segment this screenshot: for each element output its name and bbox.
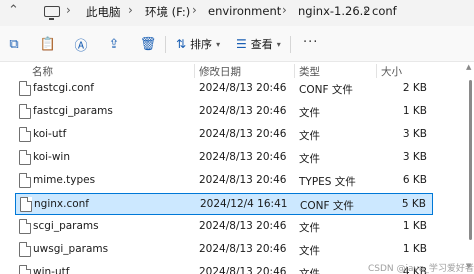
file-row[interactable]: uwsgi_params 2024/8/13 20:46 文件 1 KB: [15, 239, 433, 261]
file-name: nginx.conf: [34, 198, 89, 210]
file-size: 2 KB: [402, 82, 427, 94]
file-name: scgi_params: [33, 220, 99, 232]
column-name-header[interactable]: 名称: [32, 64, 53, 79]
view-button[interactable]: ☰ 查看 ▾: [236, 35, 281, 53]
file-name: koi-win: [33, 151, 70, 163]
file-type: 文件: [299, 245, 320, 257]
file-type: 文件: [299, 130, 320, 142]
paste-icon[interactable]: 📋: [40, 36, 56, 52]
breadcrumb-conf[interactable]: conf: [372, 4, 397, 18]
scrollbar-thumb[interactable]: [469, 80, 472, 240]
share-icon[interactable]: ⇪: [106, 36, 122, 52]
file-size: 1 KB: [402, 243, 427, 255]
file-type: 文件: [299, 268, 320, 274]
address-bar[interactable]: ⌃ › 此电脑 › 环境 (F:) › environment › nginx-…: [0, 0, 474, 26]
file-icon: [19, 242, 31, 257]
breadcrumb-environment[interactable]: environment: [208, 4, 281, 18]
column-divider[interactable]: [194, 64, 195, 78]
file-type: CONF 文件: [300, 200, 354, 212]
file-row[interactable]: koi-win 2024/8/13 20:46 文件 3 KB: [15, 147, 433, 169]
file-size: 1 KB: [402, 220, 427, 232]
breadcrumb-separator-icon[interactable]: ›: [128, 3, 133, 17]
view-label: 查看: [250, 38, 273, 51]
view-icon: ☰: [236, 37, 247, 51]
file-type: TYPES 文件: [299, 176, 356, 188]
file-modified: 2024/8/13 20:46: [199, 220, 287, 232]
column-size-header[interactable]: 大小: [381, 64, 402, 79]
file-modified: 2024/8/13 20:46: [199, 82, 287, 94]
file-icon: [19, 150, 31, 165]
toolbar-divider: [290, 36, 291, 53]
file-icon: [19, 219, 31, 234]
file-row[interactable]: koi-utf 2024/8/13 20:46 文件 3 KB: [15, 124, 433, 146]
file-name: mime.types: [33, 174, 96, 186]
file-icon: [19, 265, 31, 274]
file-modified: 2024/12/4 16:41: [200, 198, 288, 210]
file-size: 1 KB: [402, 105, 427, 117]
file-type: CONF 文件: [299, 84, 353, 96]
breadcrumb-separator-icon[interactable]: ›: [192, 3, 197, 17]
sort-button[interactable]: ⇅ 排序 ▾: [176, 35, 220, 53]
toolbar-divider: [165, 36, 166, 53]
chevron-down-icon: ▾: [216, 39, 221, 49]
file-icon: [19, 127, 31, 142]
file-size: 3 KB: [402, 128, 427, 140]
file-row[interactable]: nginx.conf 2024/12/4 16:41 CONF 文件 5 KB: [15, 193, 433, 215]
file-row[interactable]: mime.types 2024/8/13 20:46 TYPES 文件 6 KB: [15, 170, 433, 192]
file-type: 文件: [299, 153, 320, 165]
file-modified: 2024/8/13 20:46: [199, 243, 287, 255]
file-icon: [19, 104, 31, 119]
column-divider[interactable]: [294, 64, 295, 78]
this-pc-icon[interactable]: [44, 6, 60, 20]
file-size: 5 KB: [401, 198, 426, 210]
file-icon: [19, 81, 31, 96]
file-modified: 2024/8/13 20:46: [199, 128, 287, 140]
breadcrumb-separator-icon[interactable]: ›: [363, 3, 368, 17]
file-modified: 2024/8/13 20:46: [199, 266, 287, 274]
file-modified: 2024/8/13 20:46: [199, 105, 287, 117]
breadcrumb-nginx[interactable]: nginx-1.26.2: [298, 4, 371, 18]
file-name: uwsgi_params: [33, 243, 109, 255]
file-modified: 2024/8/13 20:46: [199, 174, 287, 186]
file-name: fastcgi.conf: [33, 82, 94, 94]
sort-caret-icon: ︿: [207, 63, 215, 72]
file-size: 3 KB: [402, 151, 427, 163]
column-header: 名称 修改日期 类型 大小: [0, 62, 474, 78]
sort-icon: ⇅: [176, 37, 187, 51]
delete-icon[interactable]: 🗑: [140, 36, 157, 52]
file-row[interactable]: fastcgi.conf 2024/8/13 20:46 CONF 文件 2 KB: [15, 78, 433, 100]
file-icon: [20, 197, 32, 212]
column-type-header[interactable]: 类型: [299, 64, 320, 79]
command-bar: ⧉ 📋 Ⓐ ⇪ 🗑 ⇅ 排序 ▾ ☰ 查看 ▾ ···: [0, 26, 474, 62]
column-divider[interactable]: [376, 64, 377, 78]
file-size: 6 KB: [402, 174, 427, 186]
breadcrumb-this-pc[interactable]: 此电脑: [86, 4, 121, 20]
breadcrumb-drive[interactable]: 环境 (F:): [145, 4, 190, 20]
chevron-down-icon: ▾: [276, 39, 281, 49]
column-modified-header[interactable]: 修改日期: [199, 64, 241, 79]
file-type: 文件: [299, 222, 320, 234]
breadcrumb-separator-icon[interactable]: ›: [282, 3, 287, 17]
rename-icon[interactable]: Ⓐ: [73, 36, 89, 54]
scroll-up-icon[interactable]: ▲: [466, 63, 471, 71]
copy-icon[interactable]: ⧉: [6, 36, 22, 52]
file-type: 文件: [299, 107, 320, 119]
file-name: win-utf: [33, 266, 70, 274]
file-modified: 2024/8/13 20:46: [199, 151, 287, 163]
breadcrumb-separator-icon[interactable]: ›: [66, 3, 71, 17]
file-row[interactable]: scgi_params 2024/8/13 20:46 文件 1 KB: [15, 216, 433, 238]
file-name: fastcgi_params: [33, 105, 113, 117]
file-icon: [19, 173, 31, 188]
file-row[interactable]: fastcgi_params 2024/8/13 20:46 文件 1 KB: [15, 101, 433, 123]
watermark: CSDN @java_学习爱好者: [368, 264, 474, 274]
up-arrow-icon[interactable]: ⌃: [8, 3, 19, 18]
file-name: koi-utf: [33, 128, 67, 140]
more-options-button[interactable]: ···: [303, 35, 318, 50]
sort-label: 排序: [190, 38, 213, 51]
